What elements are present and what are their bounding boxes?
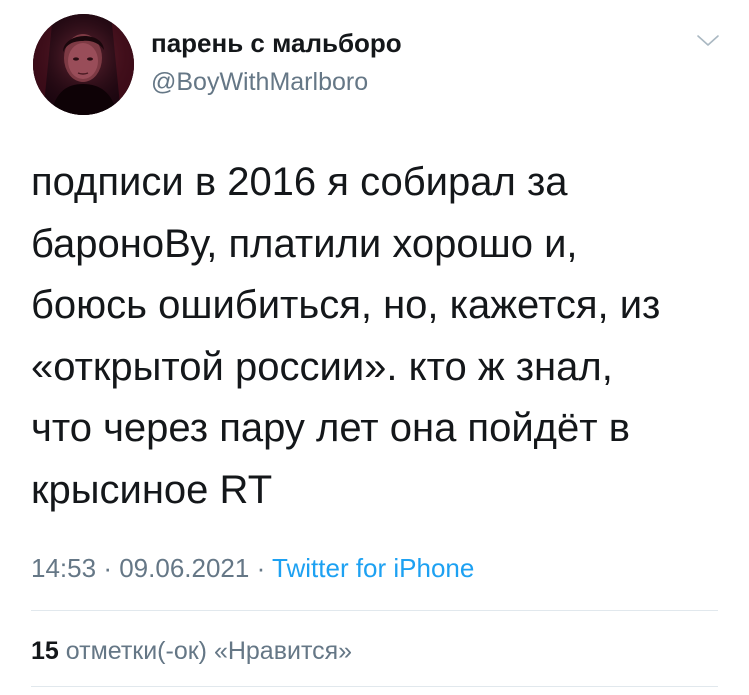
avatar[interactable] bbox=[33, 14, 134, 115]
likes-label: отметки(-ок) «Нравится» bbox=[65, 637, 353, 665]
tweet-time[interactable]: 14:53 bbox=[31, 553, 96, 583]
avatar-image bbox=[33, 14, 134, 115]
tweet-text: подписи в 2016 я собирал за бароноВу, пл… bbox=[31, 160, 661, 512]
tweet: парень с мальборо @BoyWithMarlboro подпи… bbox=[0, 0, 749, 695]
meta-separator: · bbox=[256, 553, 266, 583]
tweet-source-link[interactable]: Twitter for iPhone bbox=[272, 553, 474, 583]
likes-count: 15 bbox=[31, 637, 59, 665]
meta-separator: · bbox=[103, 553, 112, 583]
likes-stat[interactable]: 15 отметки(-ок) «Нравится» bbox=[31, 637, 352, 666]
tweet-date[interactable]: 09.06.2021 bbox=[119, 553, 249, 583]
divider bbox=[31, 686, 718, 687]
tweet-meta: 14:53 · 09.06.2021 · Twitter for iPhone bbox=[31, 553, 474, 584]
chevron-down-icon[interactable] bbox=[696, 32, 720, 48]
divider bbox=[31, 610, 718, 611]
author-handle[interactable]: @BoyWithMarlboro bbox=[151, 68, 368, 97]
author-display-name[interactable]: парень с мальборо bbox=[151, 28, 402, 59]
